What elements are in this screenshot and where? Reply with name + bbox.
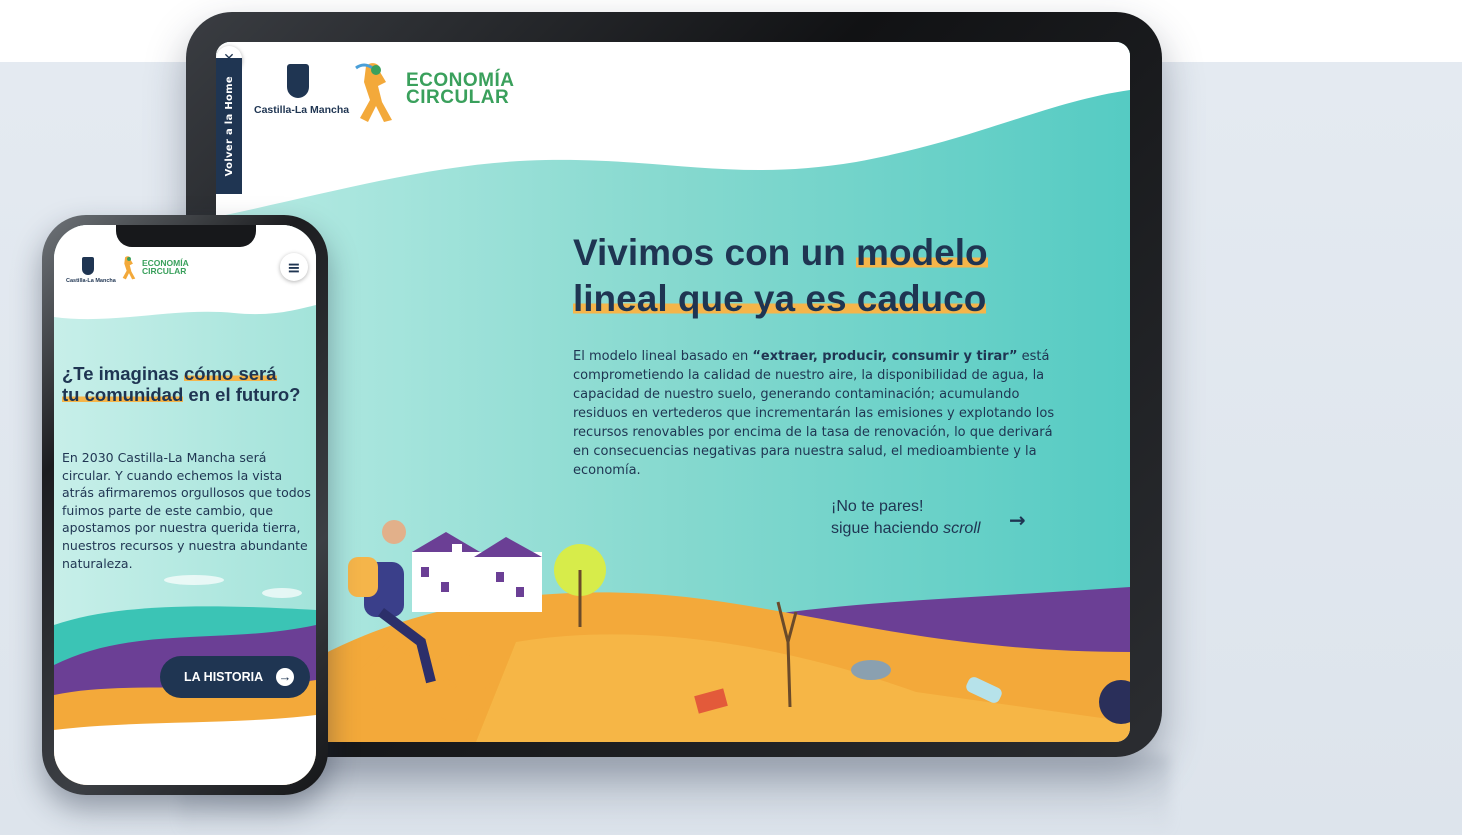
arrow-circle-icon: → [276, 668, 294, 686]
la-historia-button[interactable]: LA HISTORIA → [160, 656, 310, 698]
jccm-logo-label: Castilla-La Mancha [254, 104, 350, 116]
title-text: ¿Te imaginas [62, 363, 184, 384]
title-highlight: cómo será [184, 363, 277, 384]
scroll-prompt[interactable]: ¡No te pares! sigue haciendo scroll [831, 496, 980, 540]
hamburger-menu-icon[interactable]: ≡ [280, 253, 308, 281]
arrow-right-icon[interactable]: → [1009, 508, 1026, 532]
phone-screen: Castilla-La Mancha ECONOMÍA CIRCULAR ≡ ¿T… [54, 225, 316, 785]
paragraph-text-2: está comprometiendo la calidad de nuestr… [573, 349, 1055, 478]
hero-title: Vivimos con un modelo lineal que ya es ca… [573, 230, 1053, 322]
back-to-home-tab[interactable]: Volver a la Home [216, 58, 242, 194]
phone-notch [116, 225, 256, 247]
economia-circular-logo[interactable]: ECONOMÍA CIRCULAR [118, 253, 198, 285]
phone-hero-title: ¿Te imaginas cómo será tu comunidad en el… [62, 363, 308, 405]
phone-hero-paragraph: En 2030 Castilla-La Mancha será circular… [62, 450, 311, 571]
scroll-line-1: ¡No te pares! [831, 498, 924, 515]
tablet-screen: ✕ Volver a la Home Castilla-La Mancha EC… [216, 42, 1130, 742]
economia-circular-logo[interactable]: ECONOMÍA CIRCULAR [348, 58, 528, 128]
button-label: LA HISTORIA [184, 670, 264, 684]
walking-figure-icon [122, 256, 136, 280]
castilla-la-mancha-logo[interactable]: Castilla-La Mancha [66, 257, 116, 284]
device-reflection [180, 755, 1170, 835]
title-highlight-2: tu comunidad [62, 384, 184, 405]
phone-device: Castilla-La Mancha ECONOMÍA CIRCULAR ≡ ¿T… [42, 215, 328, 795]
back-to-home-label: Volver a la Home [223, 75, 235, 177]
hero-paragraph: El modelo lineal basado en “extraer, pro… [573, 347, 1063, 480]
title-text-2: en el futuro? [183, 384, 301, 405]
hero-title-text: Vivimos con un [573, 232, 857, 273]
hero-title-highlight: modelo [856, 232, 988, 273]
castilla-la-mancha-logo[interactable]: Castilla-La Mancha [254, 64, 350, 128]
scroll-line-2: sigue haciendo [831, 520, 944, 537]
coat-of-arms-icon [82, 257, 94, 275]
tablet-device: ✕ Volver a la Home Castilla-La Mancha EC… [186, 12, 1162, 757]
walking-figure-icon [355, 63, 392, 122]
jccm-logo-label: Castilla-La Mancha [66, 278, 116, 284]
brand-line-2: CIRCULAR [406, 87, 510, 108]
paragraph-bold: “extraer, producir, consumir y tirar” [752, 349, 1018, 364]
brand-line-2: CIRCULAR [142, 266, 187, 276]
hero-title-highlight-2: lineal que ya es caduco [573, 278, 987, 319]
scroll-italic: scroll [943, 520, 981, 537]
paragraph-text: El modelo lineal basado en [573, 349, 753, 364]
coat-of-arms-icon [287, 64, 309, 98]
